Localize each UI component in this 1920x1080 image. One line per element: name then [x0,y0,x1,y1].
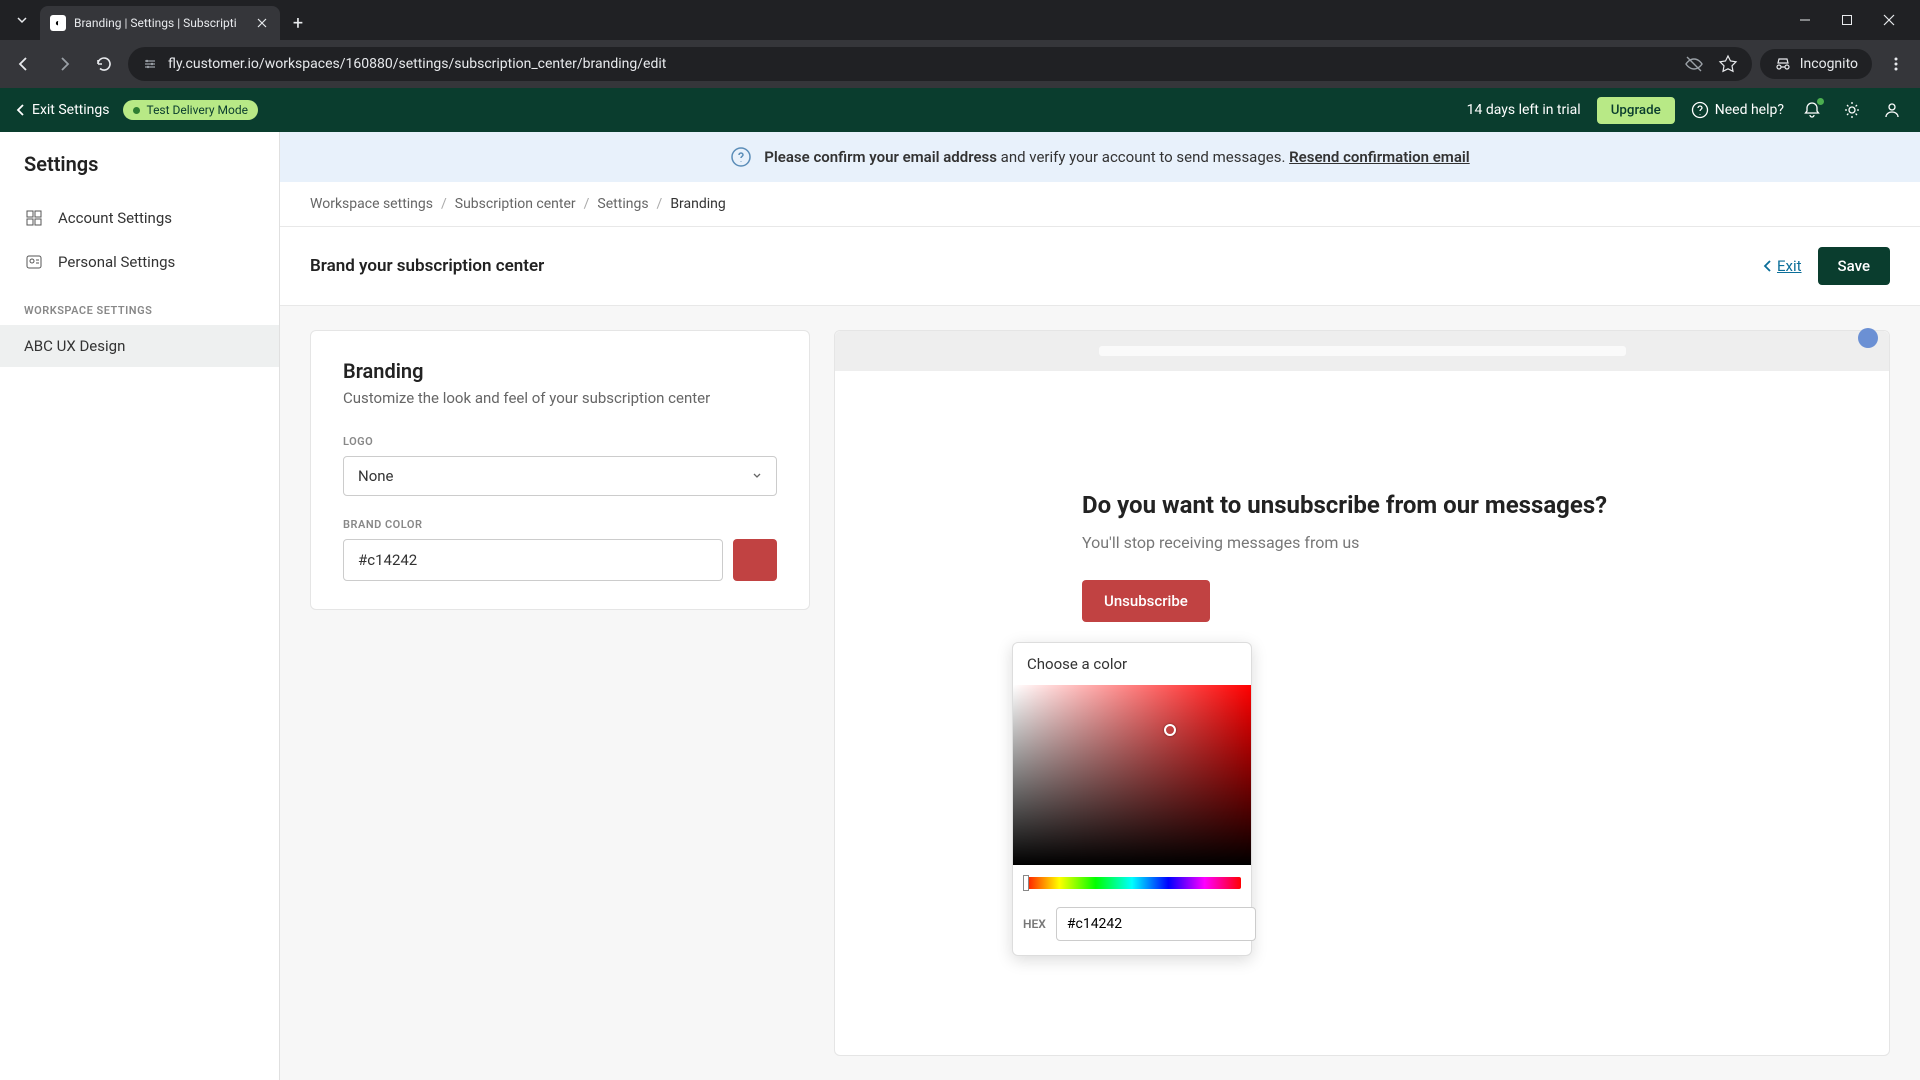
logo-value: None [358,467,394,485]
branding-panel: Branding Customize the look and feel of … [310,330,810,610]
browser-menu-button[interactable] [1880,48,1912,80]
url-text: fly.customer.io/workspaces/160880/settin… [168,56,666,72]
resend-email-link[interactable]: Resend confirmation email [1289,148,1470,166]
sv-cursor[interactable] [1164,724,1176,736]
sidebar-item-label: ABC UX Design [24,337,125,355]
brand-color-input[interactable] [343,539,723,581]
sidebar-item-workspace[interactable]: ABC UX Design [0,325,279,367]
hue-slider[interactable] [1023,877,1241,889]
settings-sidebar: Settings Account Settings Personal Setti… [0,132,280,1080]
panel-title: Branding [343,359,777,383]
reload-button[interactable] [88,48,120,80]
sidebar-item-account[interactable]: Account Settings [0,196,279,240]
notifications-button[interactable] [1800,98,1824,122]
upgrade-button[interactable]: Upgrade [1597,97,1675,124]
loading-indicator [1858,328,1878,348]
personal-icon [24,252,44,272]
preview-subtitle: You'll stop receiving messages from us [1082,533,1642,552]
info-icon [730,146,752,168]
eye-off-icon[interactable] [1684,54,1704,74]
site-settings-icon[interactable] [142,56,158,72]
preview-title: Do you want to unsubscribe from our mess… [1082,491,1642,519]
exit-label: Exit [1777,257,1802,275]
saturation-value-area[interactable] [1013,685,1251,865]
incognito-label: Incognito [1800,56,1858,72]
color-picker-popover: Choose a color HEX [1012,642,1252,956]
user-icon [1882,100,1902,120]
delivery-mode-label: Test Delivery Mode [146,103,248,117]
new-tab-button[interactable]: + [284,9,312,37]
panel-subtitle: Customize the look and feel of your subs… [343,389,777,407]
chevron-left-icon [1763,259,1773,273]
minimize-button[interactable] [1790,5,1820,35]
unsubscribe-button[interactable]: Unsubscribe [1082,580,1210,622]
exit-settings-link[interactable]: Exit Settings [16,102,109,118]
exit-settings-label: Exit Settings [32,102,109,118]
sidebar-item-personal[interactable]: Personal Settings [0,240,279,284]
logo-label: LOGO [343,435,777,448]
account-icon [24,208,44,228]
exit-link[interactable]: Exit [1763,257,1802,275]
delivery-mode-badge[interactable]: Test Delivery Mode [123,100,258,120]
color-label: BRAND COLOR [343,518,777,531]
breadcrumbs: Workspace settings/ Subscription center/… [280,182,1920,227]
hex-label: HEX [1023,917,1046,931]
page-title: Brand your subscription center [310,256,544,276]
save-button[interactable]: Save [1818,247,1890,285]
banner-text: Please confirm your email address and ve… [764,148,1469,166]
sidebar-item-label: Account Settings [58,209,172,227]
breadcrumb-current: Branding [670,196,725,212]
breadcrumb-item[interactable]: Settings [597,196,648,212]
close-window-button[interactable] [1874,5,1904,35]
hex-input[interactable] [1056,907,1256,941]
color-picker-title: Choose a color [1013,643,1251,685]
gear-icon [1842,100,1862,120]
maximize-button[interactable] [1832,5,1862,35]
settings-gear-button[interactable] [1840,98,1864,122]
sidebar-section-label: WORKSPACE SETTINGS [0,284,279,325]
tab-favicon: ◐ [50,15,66,31]
hue-cursor[interactable] [1023,875,1029,891]
sidebar-title: Settings [0,152,279,196]
preview-panel: Do you want to unsubscribe from our mess… [834,330,1890,1056]
url-bar[interactable]: fly.customer.io/workspaces/160880/settin… [128,47,1752,81]
preview-header-placeholder [1099,346,1626,356]
color-swatch-button[interactable] [733,539,777,581]
tab-search-dropdown[interactable] [8,6,36,34]
tab-close-icon[interactable] [254,15,270,31]
breadcrumb-item[interactable]: Subscription center [455,196,576,212]
forward-button[interactable] [48,48,80,80]
confirm-email-banner: Please confirm your email address and ve… [280,132,1920,182]
incognito-badge[interactable]: Incognito [1760,49,1872,79]
bookmark-star-icon[interactable] [1718,54,1738,74]
status-dot-icon [133,107,140,114]
profile-button[interactable] [1880,98,1904,122]
chevron-left-icon [16,103,26,117]
notification-dot [1817,98,1824,105]
need-help-link[interactable]: Need help? [1691,101,1784,119]
app-header: Exit Settings Test Delivery Mode 14 days… [0,88,1920,132]
tab-title: Branding | Settings | Subscripti [74,16,246,30]
incognito-icon [1774,55,1792,73]
chevron-down-icon [752,471,762,481]
browser-tab[interactable]: ◐ Branding | Settings | Subscripti [40,6,280,40]
back-button[interactable] [8,48,40,80]
preview-header-bar [835,331,1889,371]
trial-text: 14 days left in trial [1467,102,1581,118]
breadcrumb-item[interactable]: Workspace settings [310,196,433,212]
sidebar-item-label: Personal Settings [58,253,175,271]
need-help-label: Need help? [1715,102,1784,118]
help-icon [1691,101,1709,119]
logo-select[interactable]: None [343,456,777,496]
